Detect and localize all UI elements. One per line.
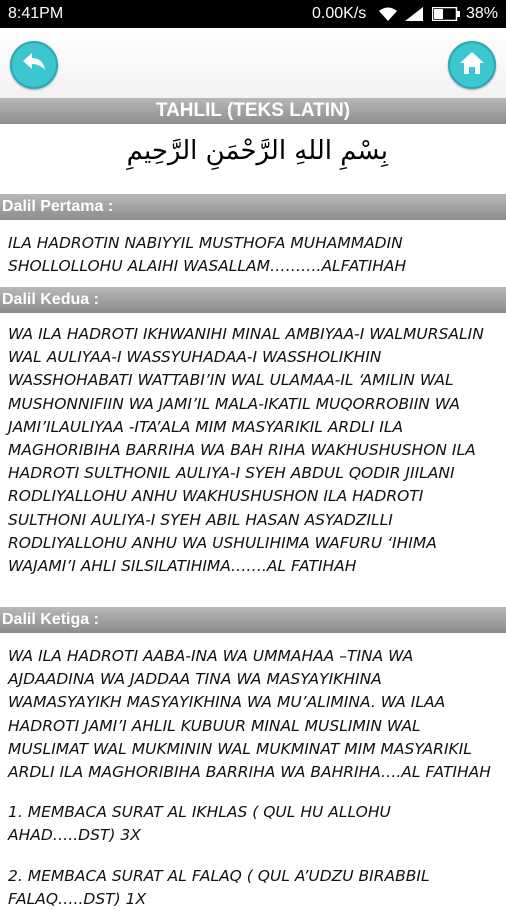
paragraph: ILA HADROTIN NABIYYIL MUSTHOFA MUHAMMADI…: [8, 234, 407, 276]
battery-icon: [431, 6, 460, 26]
section-body-dalil-ketiga: WA ILA HADROTI AABA-INA WA UMMAHAA –TINA…: [8, 645, 498, 911]
paragraph: 2. MEMBACA SURAT AL FALAQ ( QUL A’UDZU B…: [8, 866, 430, 908]
paragraph: 1. MEMBACA SURAT AL IKHLAS ( QUL HU ALLO…: [8, 803, 391, 845]
section-header-dalil-kedua: Dalil Kedua :: [0, 287, 506, 313]
section-header-dalil-ketiga: Dalil Ketiga :: [0, 607, 506, 633]
battery-percent: 38%: [466, 5, 499, 22]
home-button[interactable]: [448, 41, 496, 89]
section-body-dalil-pertama: ILA HADROTIN NABIYYIL MUSTHOFA MUHAMMADI…: [8, 232, 498, 278]
status-time: 8:41PM: [8, 5, 64, 22]
paragraph: WA ILA HADROTI AABA-INA WA UMMAHAA –TINA…: [8, 647, 491, 782]
app-bar: [0, 28, 506, 98]
bismillah-text: بِسْمِ اللهِ الرَّحْمَنِ الرَّحِيمِ: [0, 124, 506, 194]
home-icon: [458, 50, 486, 80]
section-body-dalil-kedua: WA ILA HADROTI IKHWANIHI MINAL AMBIYAA-I…: [8, 323, 498, 578]
back-button[interactable]: [10, 41, 58, 89]
network-speed: 0.00K/s: [312, 5, 367, 22]
paragraph: WA ILA HADROTI IKHWANIHI MINAL AMBIYAA-I…: [8, 325, 484, 576]
wifi-icon: [378, 6, 398, 27]
signal-icon: [404, 6, 424, 27]
status-bar: 8:41PM 0.00K/s 38%: [0, 0, 506, 28]
bismillah-arabic: بِسْمِ اللهِ الرَّحْمَنِ الرَّحِيمِ: [126, 136, 388, 166]
page-title: TAHLIL (TEKS LATIN): [0, 98, 506, 124]
section-header-dalil-pertama: Dalil Pertama :: [0, 194, 506, 220]
back-arrow-icon: [21, 50, 47, 80]
